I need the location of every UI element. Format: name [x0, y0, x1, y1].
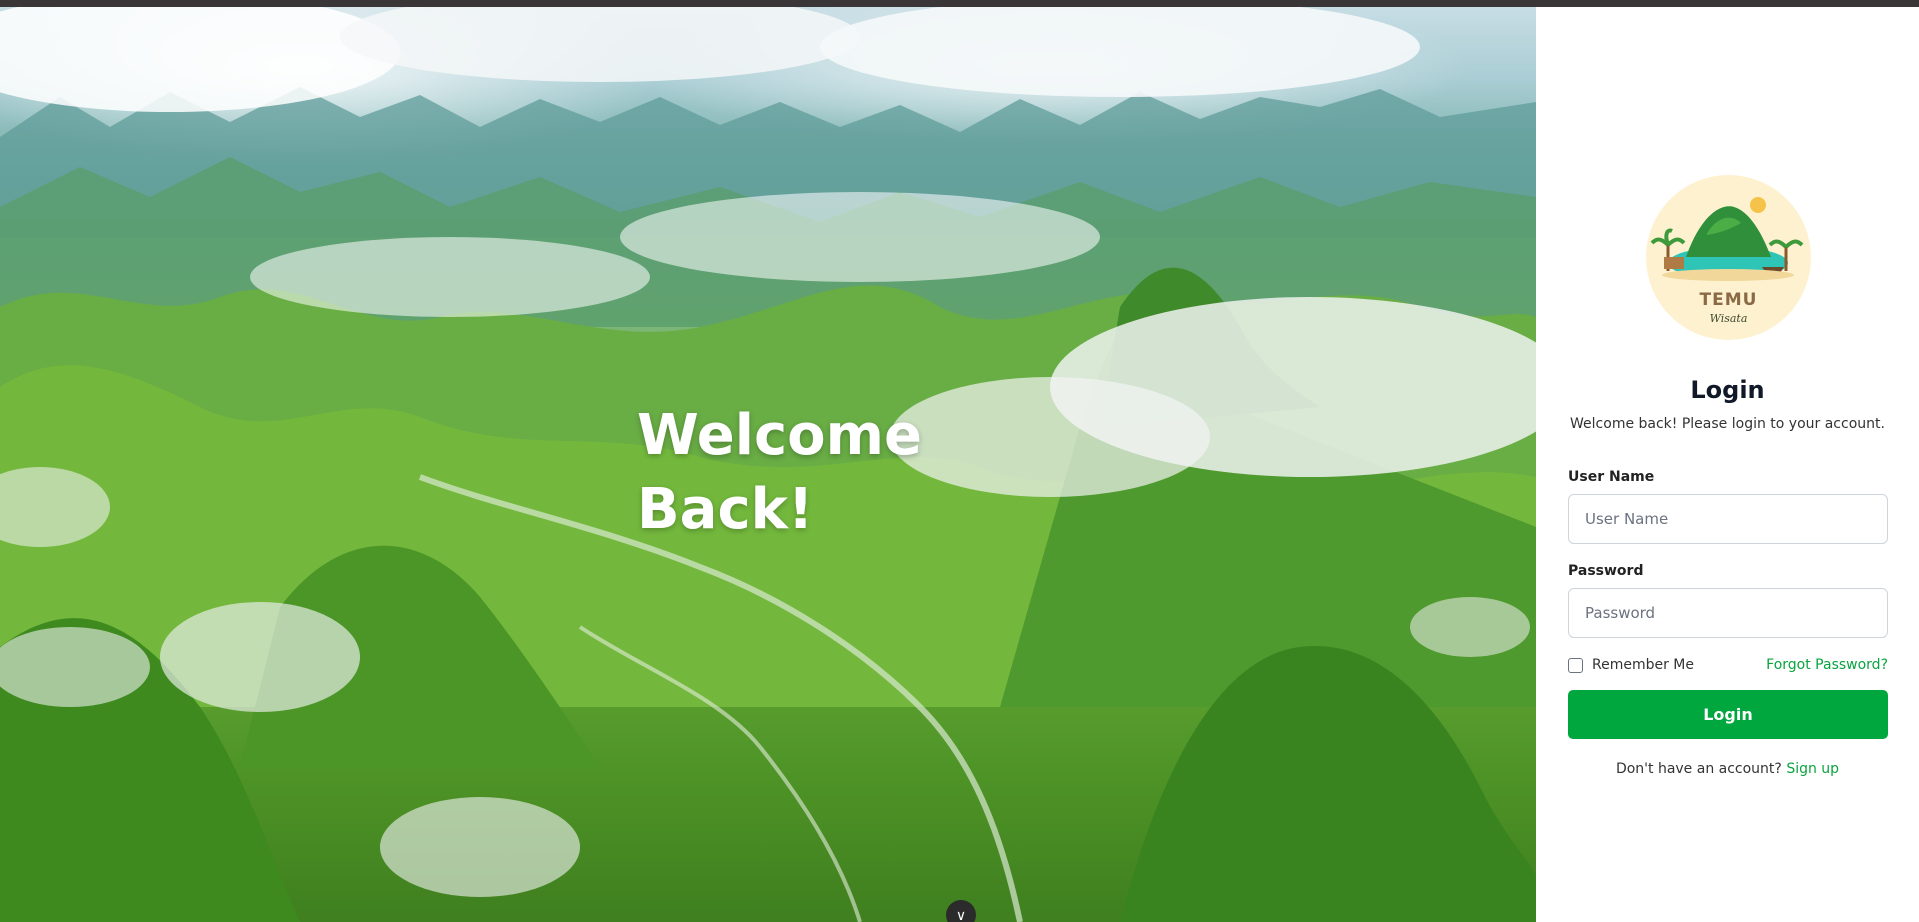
- password-input[interactable]: [1568, 588, 1888, 638]
- browser-top-bar: [0, 0, 1919, 7]
- remember-me-checkbox[interactable]: [1568, 657, 1583, 673]
- remember-me-row[interactable]: Remember Me: [1568, 655, 1694, 675]
- welcome-heading-line1: Welcome: [637, 403, 922, 468]
- signup-prompt: Don't have an account?: [1615, 761, 1782, 777]
- remember-me-label[interactable]: Remember Me: [1592, 657, 1694, 673]
- hero-background: Welcome Back! ∨: [0, 7, 1536, 922]
- login-panel: TEMU Wisata Login Welcome back! Please l…: [1536, 7, 1919, 922]
- password-label: Password: [1568, 563, 1644, 579]
- login-button[interactable]: Login: [1568, 690, 1888, 739]
- login-subtitle: Welcome back! Please login to your accou…: [1570, 416, 1885, 432]
- forgot-password-link[interactable]: Forgot Password?: [1766, 657, 1888, 673]
- logo-brand-bottom: Wisata: [1709, 312, 1748, 325]
- login-title: Login: [1690, 376, 1765, 404]
- signup-row: Don't have an account? Sign up: [1536, 761, 1919, 777]
- welcome-heading-line2: Back!: [637, 477, 814, 542]
- signup-link[interactable]: Sign up: [1786, 761, 1839, 777]
- username-label: User Name: [1568, 469, 1655, 485]
- scroll-down-button[interactable]: ∨: [946, 900, 976, 922]
- username-input[interactable]: [1568, 494, 1888, 544]
- brand-logo: TEMU Wisata: [1646, 175, 1811, 340]
- logo-brand-top: TEMU: [1699, 290, 1758, 310]
- welcome-heading: Welcome Back!: [637, 399, 967, 547]
- chevron-down-icon: ∨: [955, 907, 967, 922]
